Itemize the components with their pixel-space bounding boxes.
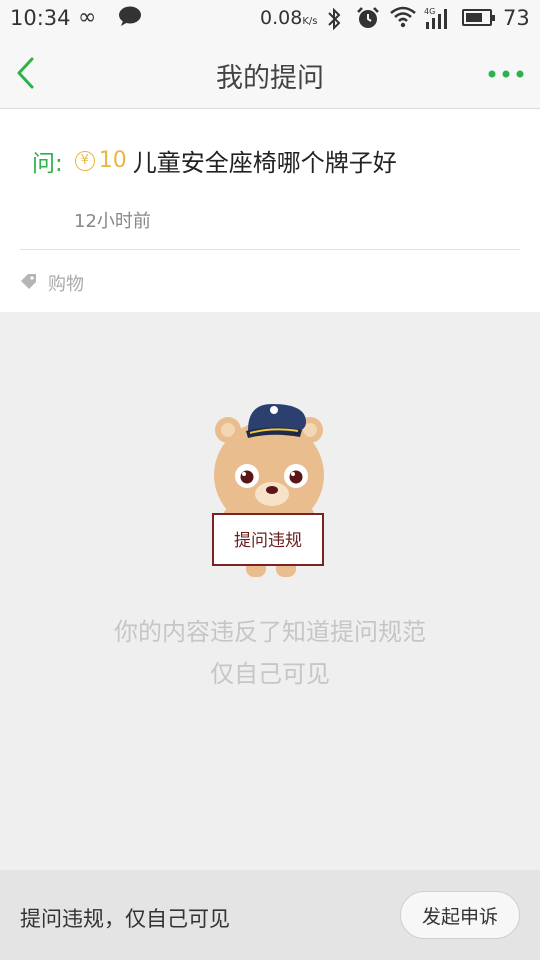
signal-icon: 4G xyxy=(424,7,447,29)
coin-icon: ¥ xyxy=(74,150,95,171)
appeal-button[interactable]: 发起申诉 xyxy=(400,891,520,939)
bear-mascot-illustration xyxy=(212,404,324,577)
bluetooth-icon xyxy=(328,7,341,31)
nav-bar: 我的提问 xyxy=(0,38,540,109)
reward-amount: 10 xyxy=(98,148,127,173)
status-bar: 10:34 ∞ 0.08K/s 4G 73 xyxy=(0,0,540,38)
question-row: 问: ¥ 10 儿童安全座椅哪个牌子好 xyxy=(32,143,397,178)
question-text: 儿童安全座椅哪个牌子好 xyxy=(132,149,397,177)
tag-icon xyxy=(21,274,36,289)
question-tag[interactable]: 购物 xyxy=(48,270,84,296)
net-speed-value: 0.08 xyxy=(260,7,303,29)
alarm-icon xyxy=(357,7,379,28)
network-type-label: 4G xyxy=(424,7,435,16)
divider xyxy=(20,249,520,250)
battery-fill xyxy=(466,13,482,22)
question-card[interactable]: 问: ¥ 10 儿童安全座椅哪个牌子好 12小时前 购物 xyxy=(0,109,540,312)
question-prefix: 问: xyxy=(32,150,63,177)
more-button[interactable] xyxy=(486,62,526,86)
status-time: 10:34 xyxy=(10,6,71,30)
more-dots-icon xyxy=(488,70,524,78)
net-speed: 0.08K/s xyxy=(260,7,317,29)
wifi-icon xyxy=(390,6,416,28)
net-speed-unit: K/s xyxy=(302,16,318,27)
page-title: 我的提问 xyxy=(216,63,324,94)
bottom-status-text: 提问违规，仅自己可见 xyxy=(20,907,230,931)
question-time: 12小时前 xyxy=(74,211,151,232)
visibility-message: 仅自己可见 xyxy=(210,660,330,688)
violation-message: 你的内容违反了知道提问规范 xyxy=(114,618,426,646)
battery-icon xyxy=(462,9,495,26)
violation-sign-label: 提问违规 xyxy=(234,531,302,551)
bottom-bar: 提问违规，仅自己可见 发起申诉 xyxy=(0,870,540,960)
battery-percent: 73 xyxy=(503,6,530,30)
infinity-icon: ∞ xyxy=(78,5,97,30)
chat-bubble-icon xyxy=(119,6,141,26)
